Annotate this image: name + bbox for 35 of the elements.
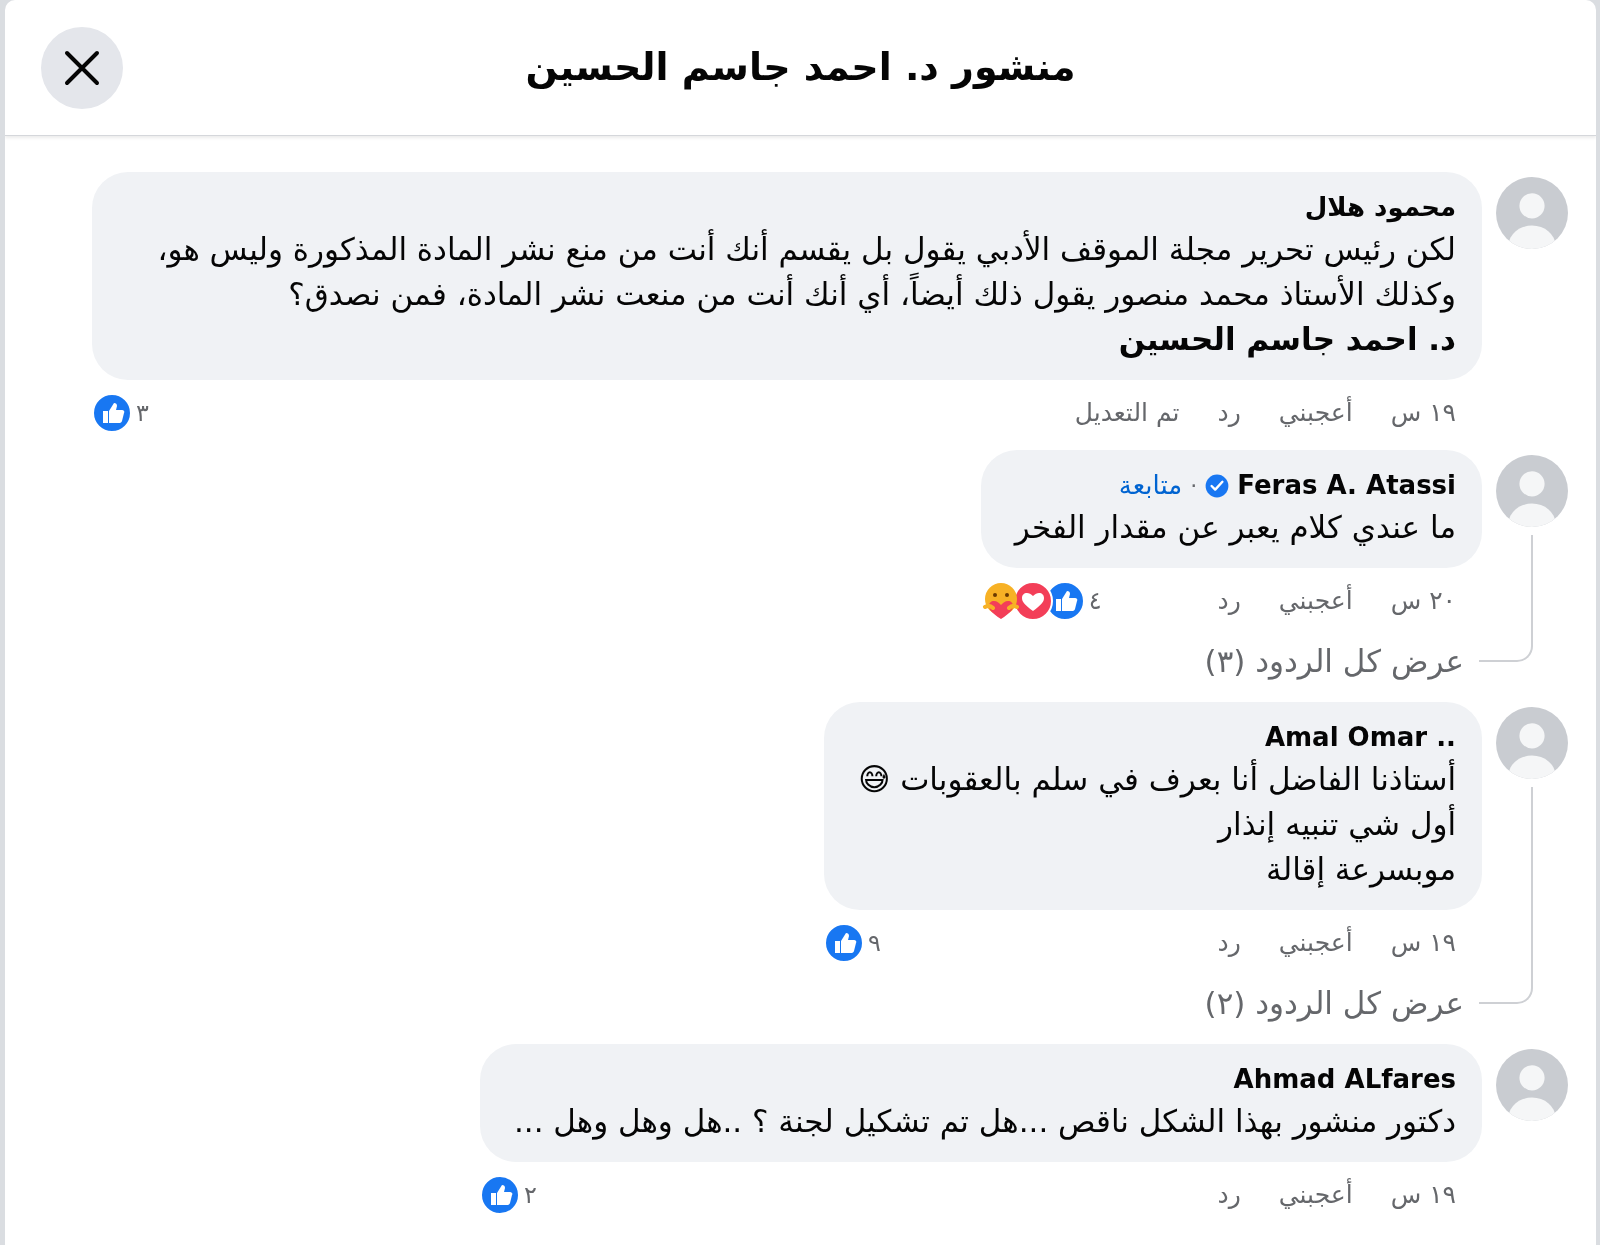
like-link[interactable]: أعجبني <box>1278 582 1353 620</box>
reply-link[interactable]: رد <box>1217 582 1241 620</box>
like-reaction-icon <box>479 1175 520 1215</box>
author-name[interactable]: .. Amal Omar <box>1264 718 1456 757</box>
close-icon <box>64 50 100 86</box>
comment-time[interactable]: ١٩ س <box>1390 394 1456 432</box>
comment-text: دكتور منشور بهذا الشكل ناقص ...هل تم تشكيل لجنة ؟ ..هل وهل وهل ... <box>513 1102 1456 1142</box>
author-name[interactable]: Feras A. Atassi <box>1237 466 1456 505</box>
like-link[interactable]: أعجبني <box>1278 924 1353 962</box>
reaction-count: ٩ <box>868 928 881 959</box>
comment-text: لكن رئيس تحرير مجلة الموقف الأدبي يقول بل يقسم أنك أنت من منع نشر المادة المذكورة وليس هو، وكذلك الأستاذ محمد منصور يقول ذلك أيضاً، أي أنك أنت من منعت نشر المادة، فمن نصدق؟ د. احمد جاسم الحسين <box>156 228 1456 360</box>
reply-link[interactable]: رد <box>1217 394 1241 432</box>
reaction-count: ٣ <box>136 398 149 429</box>
follow-link[interactable]: متابعة <box>1118 466 1183 505</box>
comment-time[interactable]: ١٩ س <box>1390 924 1456 962</box>
comment-time[interactable]: ٢٠ س <box>1390 582 1456 620</box>
edited-label: تم التعديل <box>1074 397 1180 430</box>
view-replies-link[interactable]: عرض كل الردود (٢) <box>1204 968 1482 1027</box>
author-name[interactable]: Ahmad ALfares <box>1233 1060 1456 1099</box>
like-reaction-icon <box>92 393 132 433</box>
like-link[interactable]: أعجبني <box>1278 1176 1353 1214</box>
reaction-count: ٤ <box>1088 586 1102 617</box>
reaction-count: ٢ <box>523 1180 537 1211</box>
comment-time[interactable]: ١٩ س <box>1390 1176 1456 1214</box>
like-link[interactable]: أعجبني <box>1278 394 1353 432</box>
comment-text: ما عندي كلام يعبر عن مقدار الفخر <box>1014 508 1456 548</box>
author-name[interactable]: محمود هلال <box>1304 188 1456 227</box>
like-reaction-icon <box>824 923 864 963</box>
hug-reaction-icon <box>980 581 1021 621</box>
comment-text: أستاذنا الفاضل أنا بعرف في سلم بالعقوبات 😅 أول شي تنبيه إنذار موبسرعة إقالة <box>858 758 1456 890</box>
window-title: منشور د. احمد جاسم الحسين <box>525 44 1076 91</box>
reply-link[interactable]: رد <box>1217 924 1241 962</box>
separator-dot: · <box>1190 472 1198 500</box>
reply-link[interactable]: رد <box>1217 1176 1241 1214</box>
view-replies-link[interactable]: عرض كل الردود (٣) <box>1204 626 1482 685</box>
